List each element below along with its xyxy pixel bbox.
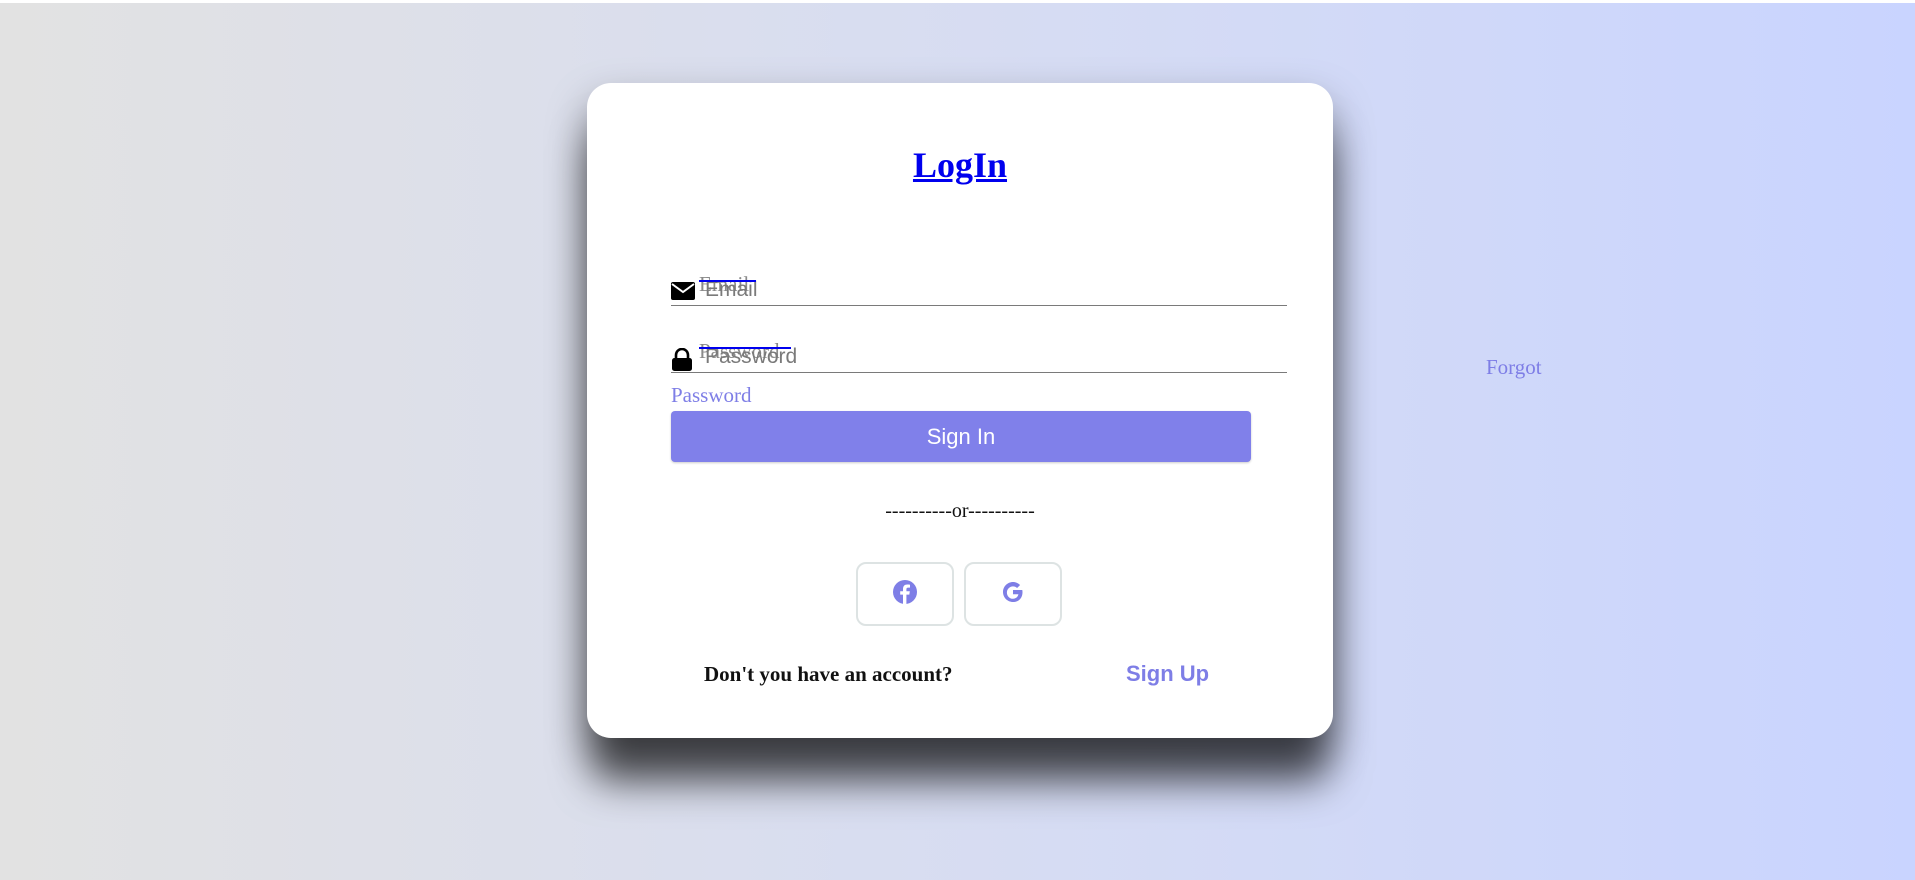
google-icon	[1000, 579, 1026, 610]
lock-icon	[671, 347, 695, 371]
account-prompt: Don't you have an account?	[704, 662, 953, 686]
or-divider: ----------or----------	[885, 500, 1035, 522]
email-input[interactable]	[705, 277, 1275, 303]
login-title[interactable]: LogIn	[587, 147, 1333, 183]
facebook-icon	[892, 579, 918, 610]
sign-up-link[interactable]: Sign Up	[1126, 661, 1209, 687]
facebook-login-button[interactable]	[856, 562, 954, 626]
forgot-password-link[interactable]: Password	[671, 383, 752, 408]
password-focus-underline	[699, 347, 791, 349]
forgot-password-link-word[interactable]: Forgot	[1486, 355, 1542, 380]
email-focus-underline	[699, 280, 756, 282]
email-field-row: Email	[671, 272, 1287, 306]
login-card: LogIn Email Password Password Sign In --…	[587, 83, 1333, 738]
google-login-button[interactable]	[964, 562, 1062, 626]
sign-in-button[interactable]: Sign In	[671, 411, 1251, 462]
envelope-icon	[671, 281, 695, 303]
